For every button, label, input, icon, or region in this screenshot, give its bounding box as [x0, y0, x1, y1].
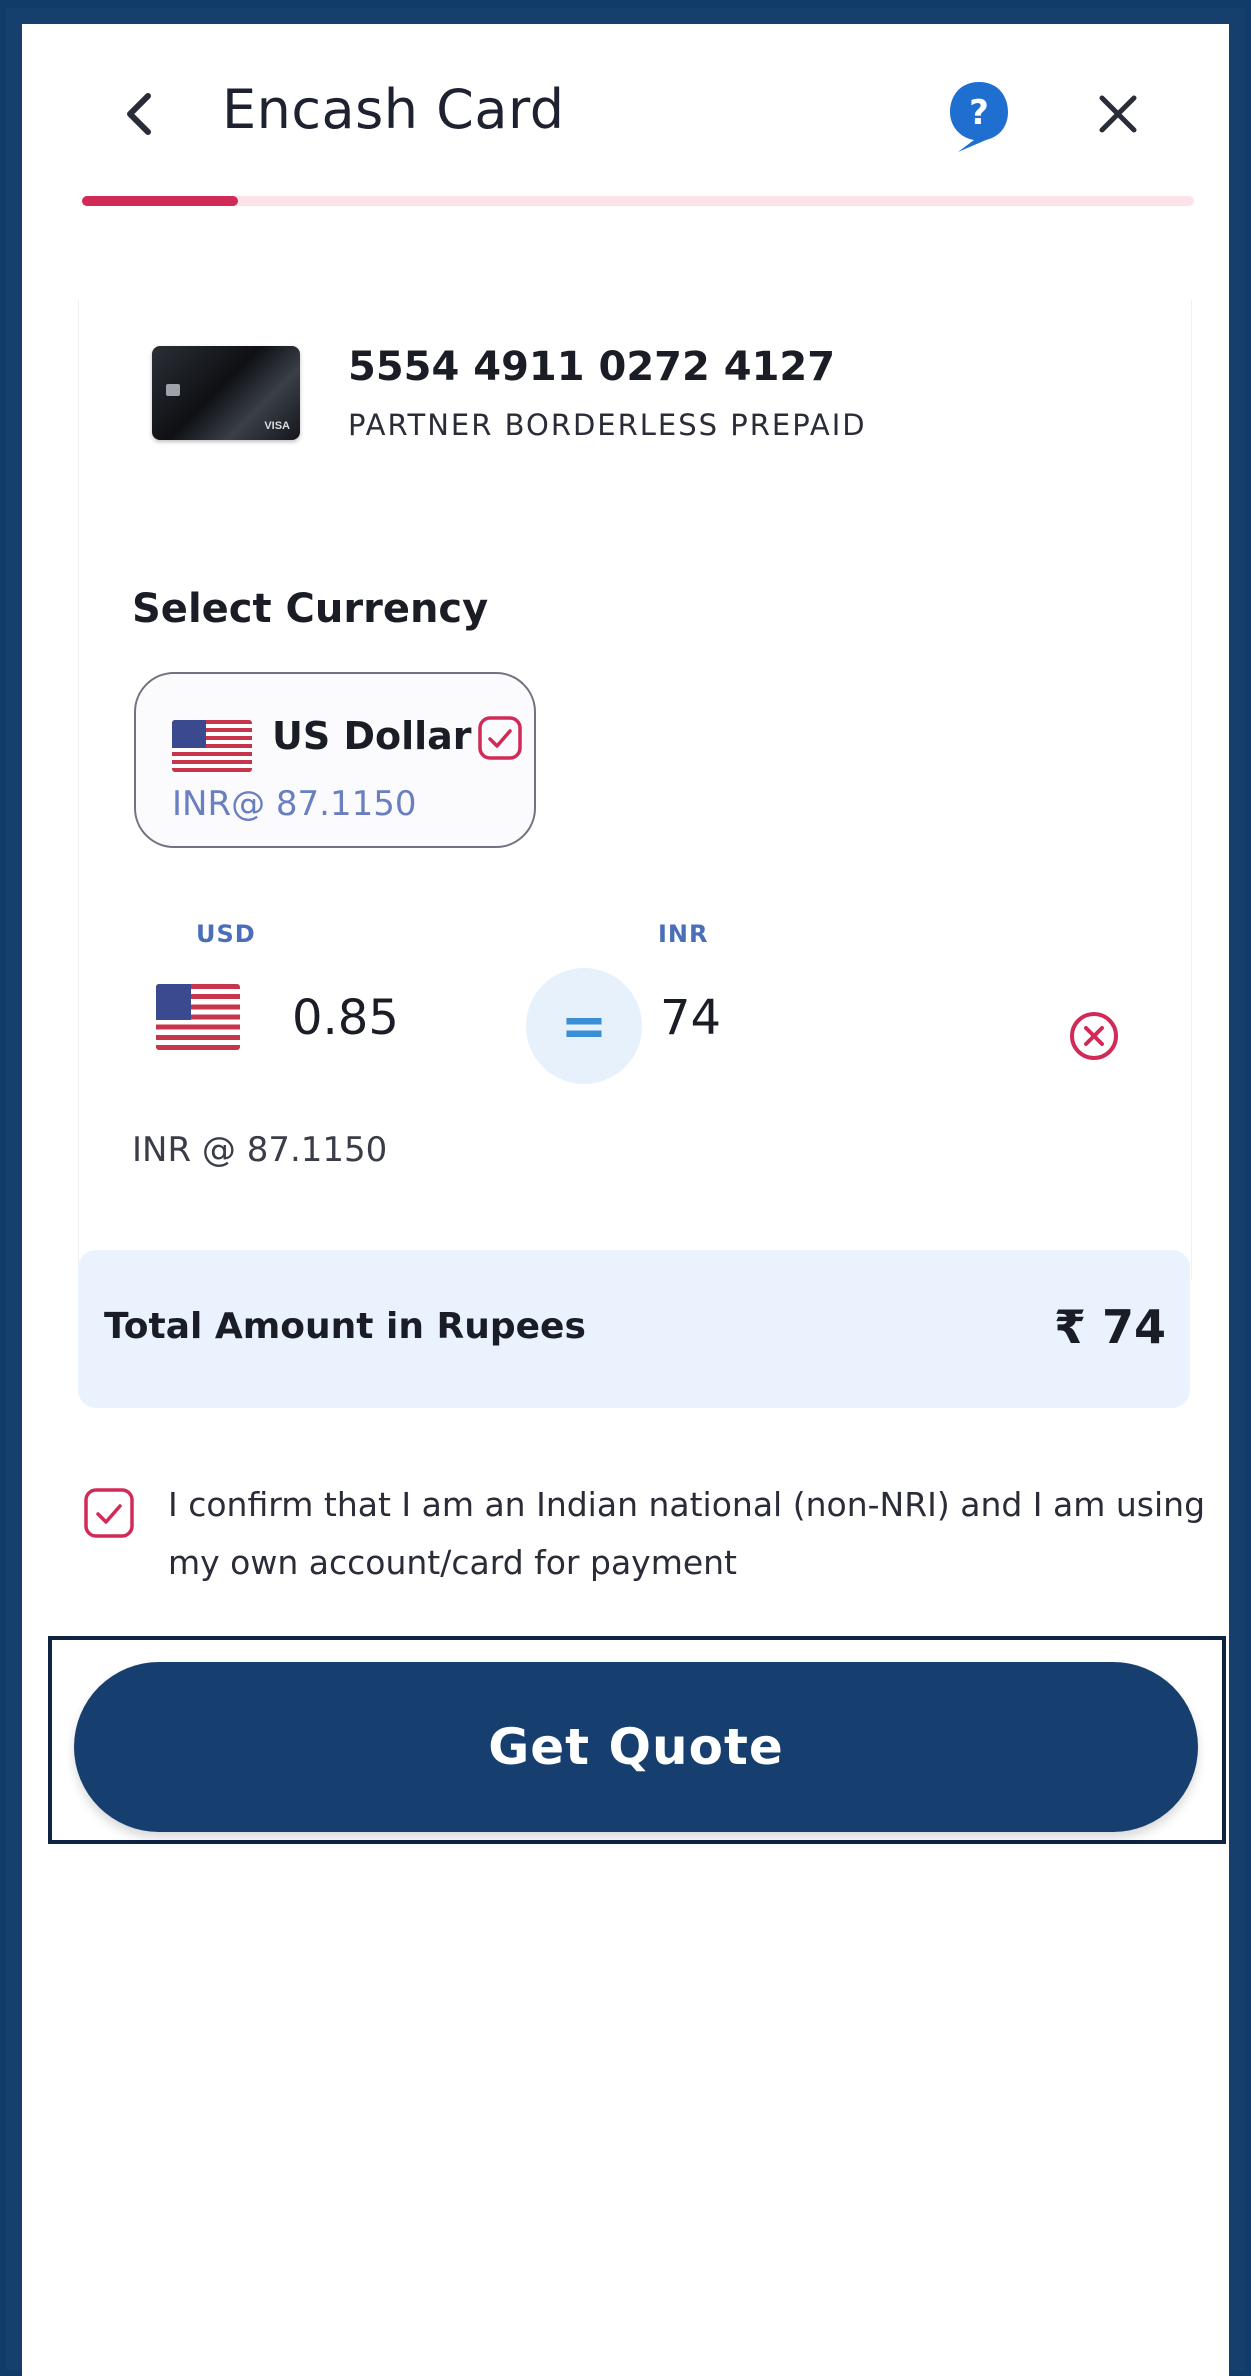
page-title: Encash Card [222, 78, 565, 141]
total-amount-label: Total Amount in Rupees [104, 1306, 586, 1347]
card-image: VISA [152, 346, 300, 440]
clear-circle-icon[interactable] [1066, 1008, 1122, 1064]
currency-option-usd[interactable]: US Dollar INR@ 87.1150 [134, 672, 536, 848]
card-number: 5554 4911 0272 4127 [348, 344, 836, 390]
currency-option-label: US Dollar [272, 714, 472, 758]
card-brand-mark: VISA [264, 420, 290, 432]
help-icon[interactable]: ? [944, 76, 1014, 156]
equals-sign: = [560, 994, 608, 1059]
us-flag-icon [156, 984, 240, 1050]
checkbox-checked-icon[interactable] [476, 714, 524, 762]
encash-card-screen: Encash Card ? VISA 5554 4911 0272 4127 P… [22, 24, 1229, 2376]
currency-option-rate: INR@ 87.1150 [172, 784, 417, 824]
card-name: PARTNER BORDERLESS PREPAID [348, 408, 867, 442]
confirm-checkbox[interactable] [82, 1486, 136, 1540]
us-flag-icon [172, 720, 252, 772]
to-currency-code: INR [658, 920, 709, 948]
confirm-declaration-text: I confirm that I am an Indian national (… [168, 1485, 1206, 1582]
step-progress-fill [82, 196, 238, 206]
total-amount-bar: Total Amount in Rupees ₹ 74 [78, 1250, 1190, 1408]
from-amount-input[interactable]: 0.85 [292, 990, 399, 1046]
exchange-rate-note: INR @ 87.1150 [132, 1130, 388, 1170]
get-quote-label: Get Quote [488, 1718, 784, 1776]
chevron-left-icon[interactable] [114, 84, 164, 144]
card-chip [166, 384, 180, 396]
equals-badge: = [526, 968, 642, 1084]
to-amount-input[interactable]: 74 [660, 990, 721, 1046]
close-icon[interactable] [1094, 90, 1142, 138]
get-quote-button[interactable]: Get Quote [74, 1662, 1198, 1832]
total-amount-value: ₹ 74 [1053, 1300, 1166, 1354]
from-currency-code: USD [196, 920, 256, 948]
step-progress-bar [82, 196, 1194, 206]
select-currency-heading: Select Currency [132, 586, 489, 632]
svg-text:?: ? [969, 93, 989, 133]
